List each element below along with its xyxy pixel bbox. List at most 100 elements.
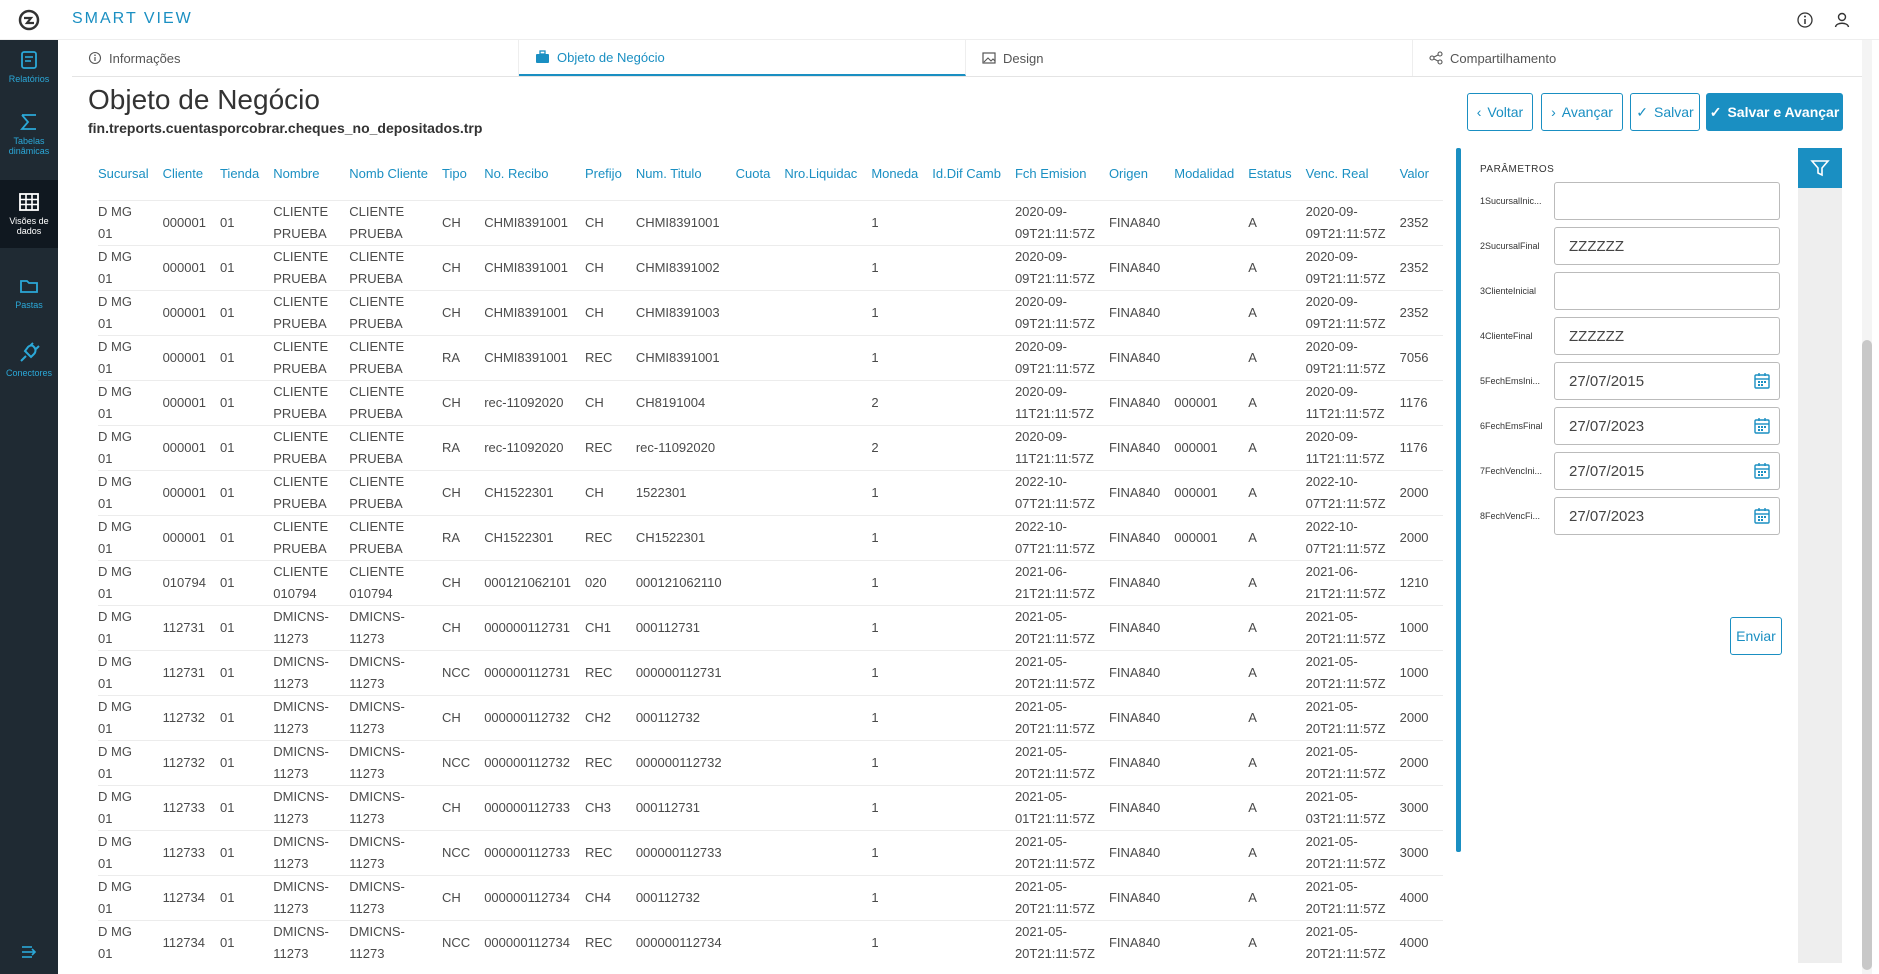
table-row[interactable]: D MG 01 000001 01 CLIENTE PRUEBA CLIENTE PRU… [98,244,1443,290]
calendar-icon[interactable] [1753,417,1771,435]
column-header[interactable]: Origen [1109,148,1174,200]
column-header[interactable]: Prefijo [585,148,636,200]
calendar-icon[interactable] [1753,372,1771,390]
column-header[interactable]: No. Recibo [484,148,585,200]
table-cell [735,919,785,963]
avancar-button[interactable]: › Avançar [1541,93,1623,131]
sidebar-item-pastas[interactable]: Pastas [0,276,58,328]
cell-text: 2021-05-03T21:11:57Z [1305,788,1386,826]
sidebar-item-conectores[interactable]: Conectores [0,342,58,394]
calendar-icon[interactable] [1753,507,1771,525]
param-date-input[interactable]: 27/07/2023 [1554,407,1780,445]
column-header[interactable]: Num. Titulo [636,148,736,200]
table-cell [735,559,785,605]
tab-design[interactable]: Design [966,40,1413,76]
param-text-input[interactable]: ZZZZZZ [1554,317,1780,355]
table-row[interactable]: D MG 01 112732 01 DMICNS-11273 DMICNS-11273 C… [98,694,1443,740]
column-header[interactable]: Nomb Cliente [349,148,442,200]
table-cell: 2021-05-20T21:11:57Z [1305,739,1400,785]
cell-text: 2021-05-20T21:11:57Z [1305,923,1386,961]
table-row[interactable]: D MG 01 112731 01 DMICNS-11273 DMICNS-11273 N… [98,649,1443,695]
column-header[interactable]: Tipo [442,148,484,200]
sidebar-item-relatorios[interactable]: Relatórios [0,50,58,104]
voltar-button[interactable]: ‹ Voltar [1467,93,1533,131]
table-cell: FINA840 [1108,559,1175,605]
table-cell: 000001 [162,514,220,560]
table-cell: 01 [219,514,274,560]
column-header[interactable]: Estatus [1248,148,1305,200]
filter-button[interactable] [1798,148,1842,188]
table-row[interactable]: D MG 01 112733 01 DMICNS-11273 DMICNS-11273 C… [98,784,1443,830]
table-row[interactable]: D MG 01 112731 01 DMICNS-11273 DMICNS-11273 C… [98,604,1443,650]
table-cell: 2021-05-20T21:11:57Z [1014,739,1109,785]
app-logo-icon[interactable] [18,9,40,31]
table-cell: 112734 [162,919,220,963]
column-header[interactable]: Id.Dif Camb [932,148,1015,200]
table-row[interactable]: D MG 01 000001 01 CLIENTE PRUEBA CLIENTE PRU… [98,514,1443,560]
table-cell: 7056 [1399,334,1443,380]
info-icon[interactable] [1795,10,1815,30]
table-cell: 01 [219,919,274,963]
table-row[interactable]: D MG 01 000001 01 CLIENTE PRUEBA CLIENTE PRU… [98,379,1443,425]
table-cell: FINA840 [1108,829,1175,875]
column-header[interactable]: Nro.Liquidac [784,148,871,200]
tab-objeto-de-negocio[interactable]: Objeto de Negócio [519,40,966,76]
param-label: 4ClienteFinal [1480,331,1533,341]
table-cell: A [1248,739,1306,785]
user-icon[interactable] [1832,10,1852,30]
column-header[interactable]: Nombre [273,148,349,200]
column-header[interactable]: Valor [1400,148,1443,200]
table-row[interactable]: D MG 01 112732 01 DMICNS-11273 DMICNS-11273 N… [98,739,1443,785]
table-row[interactable]: D MG 01 112733 01 DMICNS-11273 DMICNS-11273 N… [98,829,1443,875]
table-cell: 2352 [1399,289,1443,335]
column-header[interactable]: Fch Emision [1015,148,1109,200]
table-cell: CLIENTE PRUEBA [349,379,443,425]
cell-text: CLIENTE PRUEBA [349,338,405,376]
table-row[interactable]: D MG 01 000001 01 CLIENTE PRUEBA CLIENTE PRU… [98,424,1443,470]
param-text-input[interactable] [1554,182,1780,220]
table-row[interactable]: D MG 01 112734 01 DMICNS-11273 DMICNS-11273 C… [98,874,1443,920]
tab-compartilhamento[interactable]: Compartilhamento [1413,40,1860,76]
column-header[interactable]: Sucursal [98,148,163,200]
table-row[interactable]: D MG 01 000001 01 CLIENTE PRUEBA CLIENTE PRU… [98,199,1443,245]
param-date-input[interactable]: 27/07/2015 [1554,452,1780,490]
table-cell: 1 [871,334,933,380]
panel-divider[interactable] [1456,148,1461,852]
table-cell: REC [584,334,636,380]
cell-text: 2021-06-21T21:11:57Z [1014,563,1095,601]
table-row[interactable]: D MG 01 000001 01 CLIENTE PRUEBA CLIENTE PRU… [98,289,1443,335]
param-date-input[interactable]: 27/07/2023 [1554,497,1780,535]
table-cell: 2020-09-11T21:11:57Z [1014,424,1109,470]
expand-menu-icon[interactable] [20,944,38,960]
param-date-input[interactable]: 27/07/2015 [1554,362,1780,400]
table-cell: 2021-05-20T21:11:57Z [1014,829,1109,875]
salvar-button[interactable]: ✓ Salvar [1630,93,1700,131]
page-scrollbar-thumb[interactable] [1862,340,1872,970]
param-text-input[interactable] [1554,272,1780,310]
sidebar-item-tabelas-dinamicas[interactable]: Tabelas dinâmicas [0,112,58,174]
info-icon [88,51,102,65]
column-header[interactable]: Tienda [220,148,273,200]
table-cell [784,424,872,470]
column-header[interactable]: Cliente [163,148,220,200]
sidebar-item-visoes-de-dados[interactable]: Visões de dados [0,180,58,248]
column-header[interactable]: Moneda [871,148,932,200]
table-row[interactable]: D MG 01 010794 01 CLIENTE 010794 CLIENTE 010… [98,559,1443,605]
table-row[interactable]: D MG 01 000001 01 CLIENTE PRUEBA CLIENTE PRU… [98,469,1443,515]
table-row[interactable]: D MG 01 112734 01 DMICNS-11273 DMICNS-11273 N… [98,919,1443,963]
salvar-e-avancar-button[interactable]: ✓ Salvar e Avançar [1706,93,1843,131]
table-cell [932,919,1015,963]
calendar-icon[interactable] [1753,462,1771,480]
enviar-button[interactable]: Enviar [1730,617,1782,655]
chevron-right-icon: › [1551,104,1556,120]
table-row[interactable]: D MG 01 000001 01 CLIENTE PRUEBA CLIENTE PRU… [98,334,1443,380]
table-cell: A [1248,334,1306,380]
column-header[interactable]: Cuota [736,148,785,200]
column-header[interactable]: Modalidad [1174,148,1248,200]
tab-informacoes[interactable]: Informações [72,40,519,76]
data-table-container[interactable]: Sucursal Cliente Tienda Nombre Nomb Cliente T… [98,148,1448,963]
param-text-input[interactable]: ZZZZZZ [1554,227,1780,265]
table-cell: 2 [871,424,933,470]
column-header[interactable]: Venc. Real [1306,148,1400,200]
chevron-left-icon: ‹ [1476,104,1482,120]
